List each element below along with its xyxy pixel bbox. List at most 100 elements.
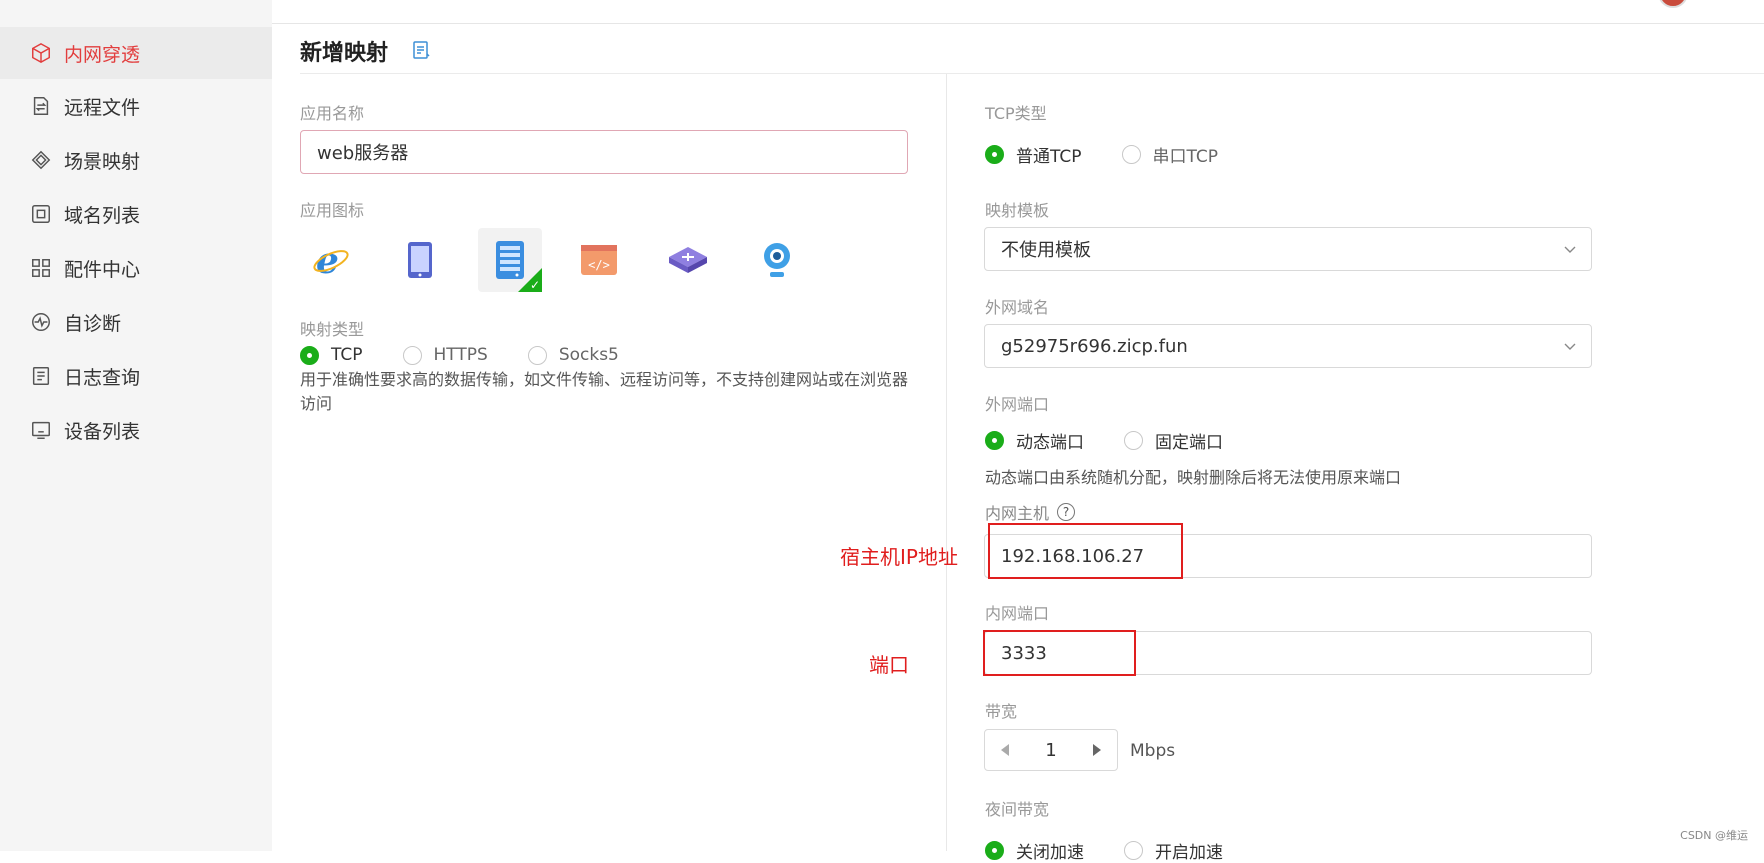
sidebar-item-remote-files[interactable]: 远程文件 bbox=[0, 80, 272, 132]
sidebar-item-accessory-center[interactable]: 配件中心 bbox=[0, 242, 272, 294]
scene-icon bbox=[31, 150, 51, 170]
radio-label: 固定端口 bbox=[1155, 433, 1223, 453]
radio-dot[interactable] bbox=[985, 145, 1004, 164]
radio-label: Socks5 bbox=[558, 345, 619, 365]
tablet-icon bbox=[408, 242, 432, 278]
radio-dot[interactable] bbox=[300, 345, 319, 365]
radio-dot[interactable] bbox=[527, 345, 547, 365]
sidebar-item-label: 日志查询 bbox=[64, 366, 141, 389]
pulse-icon bbox=[32, 313, 50, 331]
help-icon[interactable]: ? bbox=[1057, 503, 1076, 521]
mapping-type-radio-group: TCP HTTPS Socks5 bbox=[300, 345, 659, 365]
radio-dot[interactable] bbox=[1124, 431, 1143, 450]
chevron-down-icon bbox=[1564, 343, 1576, 350]
night-bandwidth-label: 夜间带宽 bbox=[985, 800, 1050, 819]
domain-label: 外网域名 bbox=[985, 298, 1050, 317]
port-description: 动态端口由系统随机分配，映射删除后将无法使用原来端口 bbox=[985, 468, 1402, 487]
main-panel: 新增映射 应用名称 web服务器 应用图标 e ✓ </> 映射类型 TCP H… bbox=[272, 0, 1764, 863]
tcp-type-radio-group: 普通TCP 串口TCP bbox=[985, 142, 1258, 167]
template-value: 不使用模板 bbox=[1001, 240, 1091, 261]
radio-tcp[interactable]: TCP bbox=[300, 345, 363, 365]
monitor-icon bbox=[32, 421, 50, 439]
inner-host-label: 内网主机 bbox=[985, 504, 1050, 523]
app-name-label: 应用名称 bbox=[300, 104, 365, 123]
app-name-input[interactable]: web服务器 bbox=[300, 130, 908, 174]
app-icon-option[interactable]: e bbox=[299, 228, 363, 292]
radio-label: 普通TCP bbox=[1016, 147, 1082, 167]
template-label: 映射模板 bbox=[985, 201, 1050, 220]
sidebar-item-label: 配件中心 bbox=[64, 258, 141, 281]
radio-fixed-port[interactable]: 固定端口 bbox=[1124, 428, 1223, 453]
decrement-icon[interactable] bbox=[1001, 744, 1009, 756]
radio-dot[interactable] bbox=[985, 431, 1004, 450]
sidebar-item-domain-list[interactable]: 域名列表 bbox=[0, 188, 272, 240]
bandwidth-stepper[interactable]: 1 bbox=[984, 729, 1118, 771]
template-select[interactable]: 不使用模板 bbox=[984, 227, 1592, 271]
app-icon-option[interactable] bbox=[745, 228, 809, 292]
radio-label: HTTPS bbox=[433, 345, 488, 365]
app-name-value: web服务器 bbox=[317, 143, 409, 164]
radio-dot[interactable] bbox=[402, 345, 422, 365]
sidebar-item-self-diagnosis[interactable]: 自诊断 bbox=[0, 296, 272, 348]
mapping-type-description: 用于准确性要求高的数据传输，如文件传输、远程访问等，不支持创建网站或在浏览器访问 bbox=[300, 370, 909, 413]
sidebar-item-label: 域名列表 bbox=[64, 204, 141, 227]
tcp-type-label: TCP类型 bbox=[985, 104, 1047, 123]
sidebar-item-label: 远程文件 bbox=[64, 96, 141, 119]
sidebar-item-log-query[interactable]: 日志查询 bbox=[0, 350, 272, 402]
sidebar-item-label: 内网穿透 bbox=[64, 43, 141, 66]
bandwidth-unit: Mbps bbox=[1130, 741, 1176, 761]
port-type-radio-group: 动态端口 固定端口 bbox=[985, 428, 1263, 453]
annotation-highlight-box bbox=[983, 630, 1136, 676]
sidebar-item-device-list[interactable]: 设备列表 bbox=[0, 404, 272, 456]
domain-select[interactable]: g52975r696.zicp.fun bbox=[984, 324, 1592, 368]
radio-https[interactable]: HTTPS bbox=[402, 345, 488, 365]
increment-icon[interactable] bbox=[1092, 744, 1101, 756]
app-icon-option[interactable]: </> bbox=[567, 228, 631, 292]
mapping-type-label: 映射类型 bbox=[300, 320, 365, 339]
radio-dot[interactable] bbox=[1121, 145, 1141, 164]
ie-browser-icon: e bbox=[313, 240, 349, 280]
annotation-highlight-box bbox=[988, 523, 1183, 579]
radio-dynamic-port[interactable]: 动态端口 bbox=[985, 428, 1084, 453]
sidebar-item-label: 自诊断 bbox=[64, 312, 122, 335]
watermark: CSDN @维运 bbox=[1680, 829, 1748, 842]
radio-socks5[interactable]: Socks5 bbox=[527, 345, 619, 365]
check-icon: ✓ bbox=[529, 278, 540, 292]
radio-normal-tcp[interactable]: 普通TCP bbox=[985, 142, 1082, 167]
bandwidth-label: 带宽 bbox=[985, 702, 1018, 721]
bandwidth-value: 1 bbox=[1045, 739, 1057, 761]
code-icon: </> bbox=[581, 245, 617, 275]
app-icon-label: 应用图标 bbox=[300, 201, 365, 220]
sidebar-item-scene-mapping[interactable]: 场景映射 bbox=[0, 134, 272, 186]
svg-text:</>: </> bbox=[588, 258, 610, 272]
domain-icon bbox=[32, 205, 50, 223]
annotation-port: 端口 bbox=[869, 653, 909, 677]
annotation-host-ip: 宿主机IP地址 bbox=[840, 545, 958, 569]
app-icon-option-selected[interactable]: ✓ bbox=[478, 228, 542, 292]
radio-serial-tcp[interactable]: 串口TCP bbox=[1121, 142, 1219, 167]
inner-port-label: 内网端口 bbox=[985, 604, 1050, 623]
column-divider bbox=[946, 74, 947, 851]
sidebar: 内网穿透 远程文件 场景映射 域名列表 配件中心 自诊断 日志查询 设备列表 bbox=[0, 0, 272, 851]
sidebar-item-label: 场景映射 bbox=[64, 150, 141, 173]
router-icon bbox=[669, 247, 707, 273]
app-icon-option[interactable] bbox=[388, 228, 452, 292]
doc-icon[interactable] bbox=[412, 40, 430, 60]
radio-label: 串口TCP bbox=[1152, 147, 1219, 167]
external-port-label: 外网端口 bbox=[985, 395, 1050, 414]
log-icon bbox=[32, 367, 50, 385]
top-divider bbox=[272, 23, 1764, 24]
avatar[interactable] bbox=[1658, 0, 1688, 8]
file-transfer-icon bbox=[33, 97, 49, 115]
cube-icon bbox=[32, 42, 50, 64]
domain-value: g52975r696.zicp.fun bbox=[1001, 335, 1188, 357]
chevron-down-icon bbox=[1564, 246, 1576, 253]
app-icon-option[interactable] bbox=[656, 228, 720, 292]
inner-host-label-row: 内网主机 ? bbox=[985, 500, 1076, 524]
header-divider bbox=[300, 73, 1764, 74]
sidebar-item-label: 设备列表 bbox=[64, 420, 141, 443]
sidebar-item-intranet-penetration[interactable]: 内网穿透 bbox=[0, 27, 272, 79]
radio-label: TCP bbox=[331, 345, 363, 365]
page-title: 新增映射 bbox=[300, 41, 389, 66]
radio-label: 动态端口 bbox=[1016, 433, 1084, 453]
